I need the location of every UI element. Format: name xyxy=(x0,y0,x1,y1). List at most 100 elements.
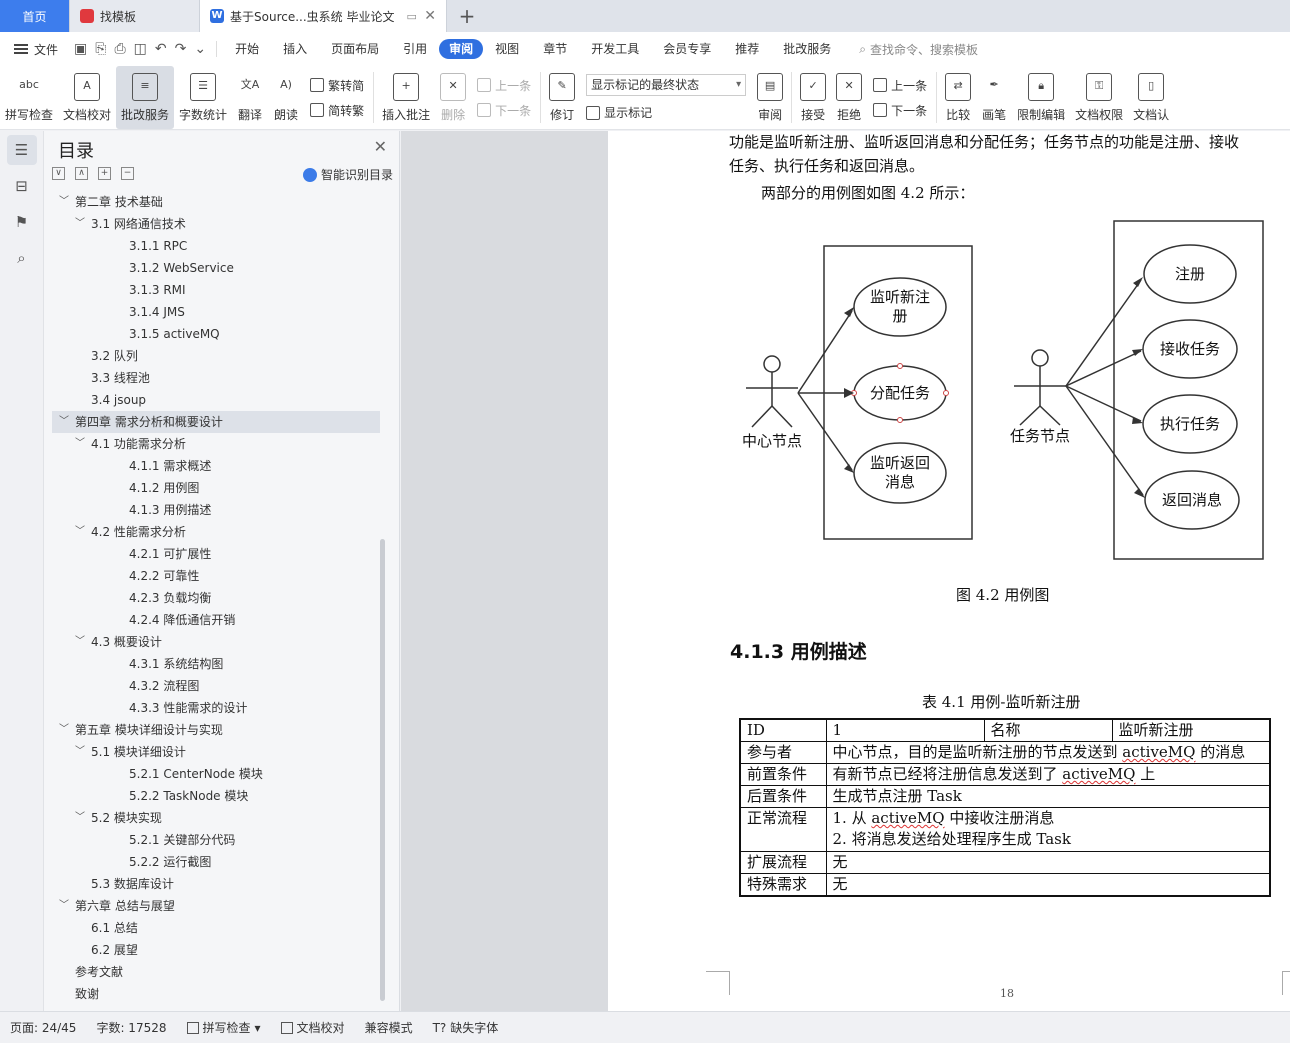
export-icon[interactable]: ⎘ xyxy=(95,41,106,57)
table-cell[interactable]: 无 xyxy=(825,851,1271,874)
chevron-down-icon[interactable]: ﹀ xyxy=(59,191,69,213)
toc-item[interactable]: ﹀ 第二章 技术基础 xyxy=(52,191,380,213)
menu-devtools[interactable]: 开发工具 xyxy=(579,39,651,59)
chevron-down-icon[interactable]: ﹀ xyxy=(75,521,85,543)
table-cell[interactable]: 前置条件 xyxy=(739,763,827,786)
word-count-button[interactable]: ☰ 字数统计 xyxy=(174,66,232,129)
menu-layout[interactable]: 页面布局 xyxy=(319,39,391,59)
print-icon[interactable]: ⎙ xyxy=(114,41,125,57)
tab-find-template[interactable]: 找模板 xyxy=(70,0,200,32)
toc-item[interactable]: 6.1 总结 xyxy=(52,917,380,939)
toc-item[interactable]: 3.1.3 RMI xyxy=(52,279,380,301)
compat-mode[interactable]: 兼容模式 xyxy=(355,1019,423,1036)
toc-item[interactable]: ﹀ 4.3 概要设计 xyxy=(52,631,380,653)
file-menu[interactable]: 文件 xyxy=(0,41,68,58)
document-page[interactable]: 功能是监听新注册、监听返回消息和分配任务；任务节点的功能是注册、接收 任务、执行… xyxy=(608,131,1290,1011)
restrict-edit-button[interactable]: 🔒︎ 限制编辑 xyxy=(1012,66,1070,129)
read-aloud-button[interactable]: A) 朗读 xyxy=(268,66,304,129)
trad-to-simp-button[interactable]: 繁转简 xyxy=(310,77,364,94)
toc-item[interactable]: 参考文献 xyxy=(52,961,380,983)
toc-item[interactable]: 4.3.1 系统结构图 xyxy=(52,653,380,675)
expand-all-icon[interactable]: ∧ xyxy=(75,167,88,180)
toc-item[interactable]: ﹀ 4.1 功能需求分析 xyxy=(52,433,380,455)
toc-item[interactable]: 5.2.1 关键部分代码 xyxy=(52,829,380,851)
status-doc-proof[interactable]: 文档校对 xyxy=(271,1019,355,1036)
toc-item[interactable]: 3.2 队列 xyxy=(52,345,380,367)
toc-scrollbar[interactable] xyxy=(380,539,385,1001)
menu-recommend[interactable]: 推荐 xyxy=(723,39,771,59)
word-count-indicator[interactable]: 字数: 17528 xyxy=(86,1019,176,1036)
menu-view[interactable]: 视图 xyxy=(483,39,531,59)
toc-item[interactable]: 4.1.2 用例图 xyxy=(52,477,380,499)
dropdown-icon[interactable]: ⌄ xyxy=(194,41,206,57)
next-change-button[interactable]: 下一条 xyxy=(873,102,927,119)
menu-start[interactable]: 开始 xyxy=(223,39,271,59)
table-cell[interactable]: 1 xyxy=(825,718,985,742)
delete-comment-button[interactable]: ✕ 删除 xyxy=(435,66,471,129)
table-cell[interactable]: 特殊需求 xyxy=(739,873,827,897)
menu-member[interactable]: 会员专享 xyxy=(651,39,723,59)
chevron-down-icon[interactable]: ﹀ xyxy=(75,807,85,829)
toc-item[interactable]: 致谢 xyxy=(52,983,380,1005)
table-cell[interactable]: 有新节点已经将注册信息发送到了 activeMQ 上 xyxy=(825,763,1271,786)
table-cell[interactable]: 名称 xyxy=(983,718,1113,742)
review-pane-button[interactable]: ▤ 审阅 xyxy=(752,66,788,129)
revise-service-button[interactable]: ≡ 批改服务 xyxy=(116,66,175,129)
preview-icon[interactable]: ◫ xyxy=(134,41,147,57)
table-cell[interactable]: ID xyxy=(739,718,827,742)
close-tab-icon[interactable]: ✕ xyxy=(424,8,436,24)
insert-comment-button[interactable]: + 插入批注 xyxy=(377,66,435,129)
prev-comment-button[interactable]: 上一条 xyxy=(477,77,531,94)
table-cell[interactable]: 生成节点注册 Task xyxy=(825,785,1271,808)
close-icon[interactable]: ✕ xyxy=(374,137,387,156)
doc-proof-button[interactable]: A 文档校对 xyxy=(58,66,116,129)
toc-item[interactable]: 4.1.3 用例描述 xyxy=(52,499,380,521)
tab-home[interactable]: 首页 xyxy=(0,0,70,32)
toc-item[interactable]: 4.3.2 流程图 xyxy=(52,675,380,697)
page-indicator[interactable]: 页面: 24/45 xyxy=(0,1019,86,1036)
command-search[interactable]: ⌕ 查找命令、搜索模板 xyxy=(843,41,978,58)
toc-item[interactable]: ﹀ 第四章 需求分析和概要设计 xyxy=(52,411,380,433)
toc-item[interactable]: ﹀ 第六章 总结与展望 xyxy=(52,895,380,917)
next-comment-button[interactable]: 下一条 xyxy=(477,102,531,119)
toc-item[interactable]: 4.3.3 性能需求的设计 xyxy=(52,697,380,719)
chevron-down-icon[interactable]: ﹀ xyxy=(59,411,69,433)
table-cell[interactable]: 扩展流程 xyxy=(739,851,827,874)
toc-item[interactable]: 3.3 线程池 xyxy=(52,367,380,389)
smart-toc-button[interactable]: 智能识别目录 xyxy=(302,166,393,183)
toc-icon[interactable]: ☰ xyxy=(6,135,37,165)
redo-icon[interactable]: ↷ xyxy=(175,41,187,57)
translate-button[interactable]: 文A 翻译 xyxy=(232,66,268,129)
toc-item[interactable]: 4.2.3 负载均衡 xyxy=(52,587,380,609)
toc-item[interactable]: 6.2 展望 xyxy=(52,939,380,961)
nav-pane-icon[interactable]: ⊟ xyxy=(7,171,37,201)
toc-item[interactable]: 3.1.2 WebService xyxy=(52,257,380,279)
table-cell[interactable]: 正常流程 xyxy=(739,807,827,852)
doc-auth-button[interactable]: ▯ 文档认 xyxy=(1128,66,1174,129)
simp-to-trad-button[interactable]: 简转繁 xyxy=(310,102,364,119)
save-icon[interactable]: ▣ xyxy=(74,41,87,57)
doc-permission-button[interactable]: ⚿ 文档权限 xyxy=(1070,66,1128,129)
menu-reference[interactable]: 引用 xyxy=(391,39,439,59)
search-icon[interactable]: ⌕ xyxy=(7,243,37,273)
table-cell[interactable]: 中心节点，目的是监听新注册的节点发送到 activeMQ 的消息 xyxy=(825,741,1271,764)
add-heading-icon[interactable]: + xyxy=(98,167,111,180)
menu-review[interactable]: 审阅 xyxy=(439,39,484,59)
toc-item[interactable]: 5.2.1 CenterNode 模块 xyxy=(52,763,380,785)
monitor-icon[interactable]: ▭ xyxy=(406,10,416,23)
table-cell[interactable]: 1. 从 activeMQ 中接收注册消息 2. 将消息发送给处理程序生成 Tas… xyxy=(825,807,1271,852)
missing-font[interactable]: T? 缺失字体 xyxy=(423,1019,509,1036)
toc-item[interactable]: 3.1.1 RPC xyxy=(52,235,380,257)
prev-change-button[interactable]: 上一条 xyxy=(873,77,927,94)
toc-item[interactable]: ﹀ 第五章 模块详细设计与实现 xyxy=(52,719,380,741)
table-cell[interactable]: 无 xyxy=(825,873,1271,897)
chevron-down-icon[interactable]: ﹀ xyxy=(75,741,85,763)
table-cell[interactable]: 后置条件 xyxy=(739,785,827,808)
toc-item[interactable]: ﹀ 4.2 性能需求分析 xyxy=(52,521,380,543)
reject-button[interactable]: ✕ 拒绝 xyxy=(831,66,867,129)
menu-insert[interactable]: 插入 xyxy=(271,39,319,59)
table-cell[interactable]: 监听新注册 xyxy=(1111,718,1271,742)
toc-item[interactable]: 4.2.4 降低通信开销 xyxy=(52,609,380,631)
toc-item[interactable]: 4.1.1 需求概述 xyxy=(52,455,380,477)
toc-item[interactable]: 3.1.4 JMS xyxy=(52,301,380,323)
